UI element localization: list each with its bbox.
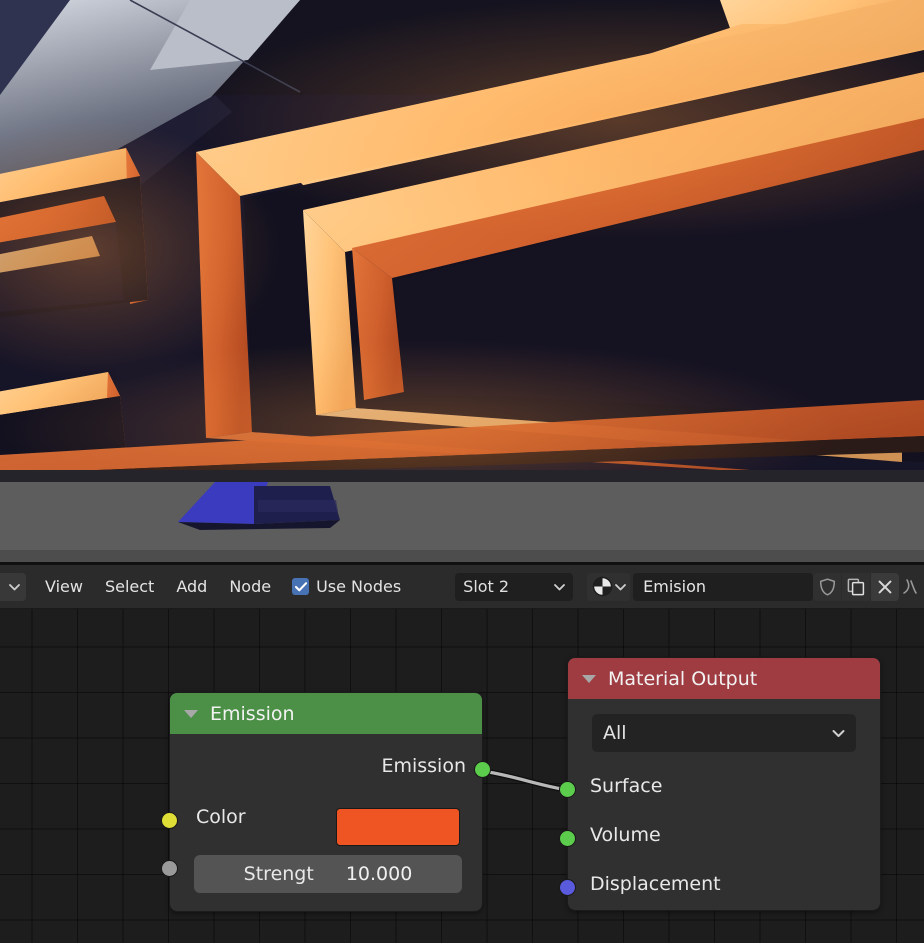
output-label-emission: Emission [381,755,466,777]
node-material-output-header[interactable]: Material Output [568,658,880,699]
material-name-value: Emision [643,577,707,596]
input-label-displacement: Displacement [590,873,721,895]
use-nodes-label: Use Nodes [316,577,402,596]
color-swatch-emission[interactable] [336,808,460,846]
socket-input-color[interactable] [161,812,178,829]
material-slot-dropdown[interactable]: Slot 2 [455,572,574,601]
triangle-down-icon[interactable] [184,709,198,718]
partial-icon [903,579,917,594]
chevron-down-icon [9,583,20,590]
check-icon [294,581,307,591]
unlink-material-button[interactable] [871,572,900,601]
socket-input-strength[interactable] [161,860,178,877]
chevron-down-icon [832,729,845,737]
copy-icon [847,578,865,595]
node-emission-header[interactable]: Emission [170,693,482,734]
output-target-dropdown[interactable]: All [592,714,856,752]
material-slot-value: Slot 2 [463,577,510,596]
material-sphere-icon [592,576,613,597]
node-emission-output-row: Emission [381,755,466,777]
node-material-output-title: Material Output [608,667,758,690]
menu-add[interactable]: Add [165,574,218,599]
browse-material-button[interactable] [587,572,631,601]
use-nodes-checkbox[interactable] [292,578,310,595]
overflow-button[interactable] [902,572,919,601]
chevron-down-icon [615,583,627,590]
3d-viewport[interactable] [0,0,924,562]
row-surface: Surface [590,775,662,797]
shader-editor-header: View Select Add Node Use Nodes Slot 2 Em… [0,565,924,609]
socket-output-emission[interactable] [474,761,491,778]
use-nodes-toggle[interactable]: Use Nodes [288,575,409,598]
node-emission[interactable]: Emission Emission Color Strengt 10.000 [161,692,491,912]
output-target-value: All [603,722,627,744]
node-material-output[interactable]: Material Output All Surface Volume Displ… [559,657,881,911]
socket-input-displacement[interactable] [559,879,576,896]
fake-user-button[interactable] [813,572,842,601]
input-label-surface: Surface [590,775,663,797]
chevron-down-icon [554,583,566,590]
input-label-color: Color [196,806,246,828]
input-label-volume: Volume [590,824,661,846]
strength-label: Strengt [243,863,314,885]
node-emission-title: Emission [210,702,295,725]
blender-window: View Select Add Node Use Nodes Slot 2 Em… [0,0,924,943]
triangle-down-icon[interactable] [582,674,596,683]
editor-type-button[interactable] [0,572,26,601]
row-displacement: Displacement [590,873,721,895]
strength-value: 10.000 [345,863,413,885]
socket-input-surface[interactable] [559,781,576,798]
socket-input-volume[interactable] [559,830,576,847]
menu-node[interactable]: Node [218,574,282,599]
row-volume: Volume [590,824,661,846]
material-name-field[interactable]: Emision [633,572,814,601]
strength-slider[interactable]: Strengt 10.000 [194,855,462,893]
shield-icon [819,577,835,596]
menu-select[interactable]: Select [94,574,165,599]
node-emission-color-row: Color [196,806,246,828]
menu-view[interactable]: View [34,574,94,599]
close-x-icon [878,580,892,593]
new-material-button[interactable] [842,572,871,601]
